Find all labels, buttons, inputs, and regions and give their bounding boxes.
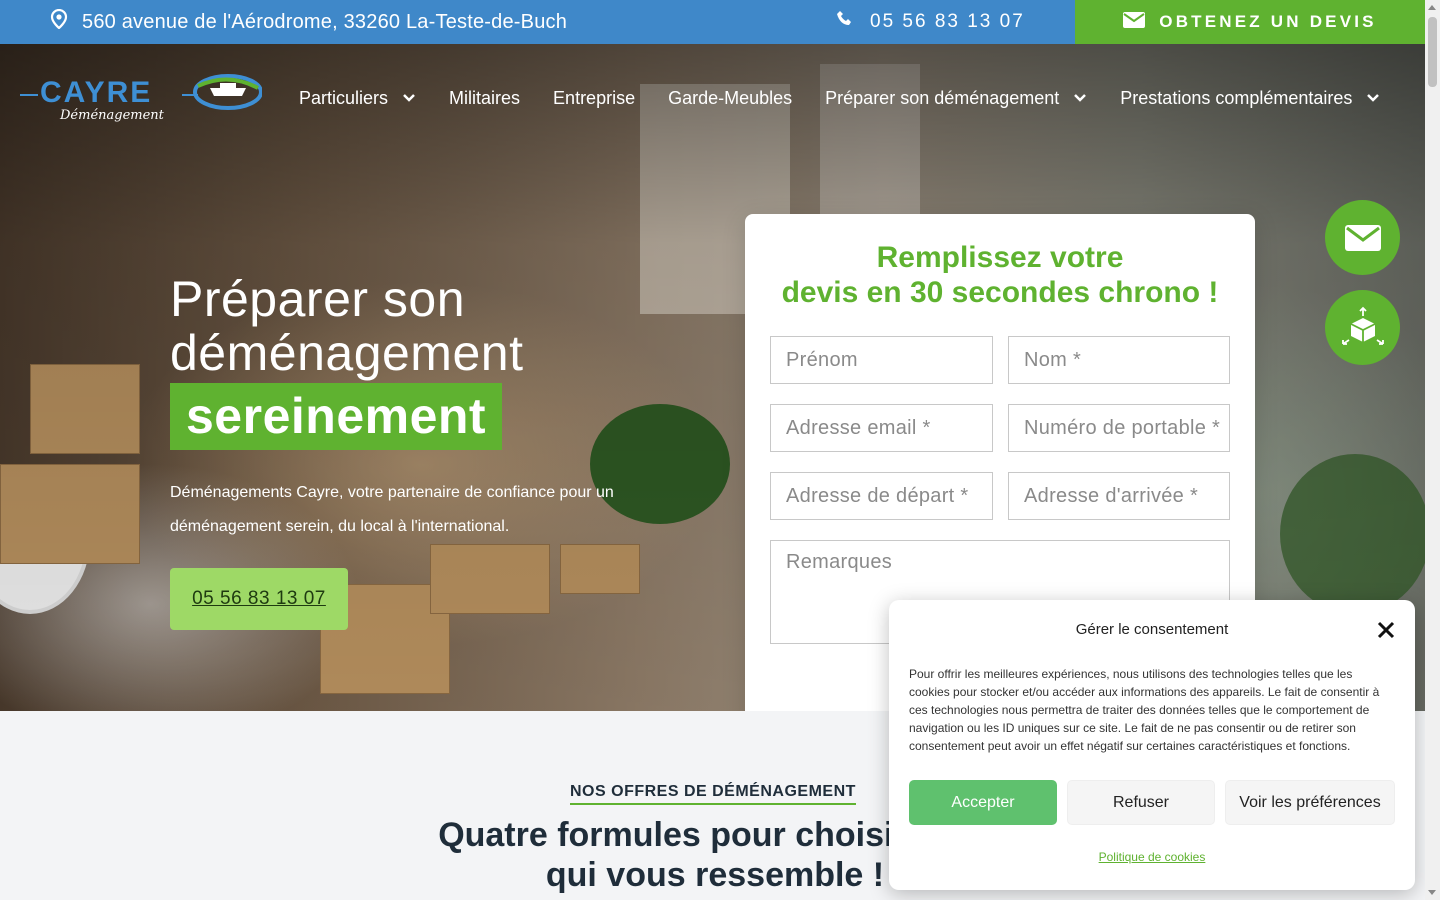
- hero-highlight: sereinement: [170, 383, 503, 450]
- nav-item-militaires[interactable]: Militaires: [449, 88, 520, 108]
- nav-item-label: Particuliers: [299, 87, 389, 108]
- cookie-consent-dialog: Gérer le consentement Pour offrir les me…: [889, 600, 1415, 890]
- nav-menu: Particuliers Militaires Entreprise Garde…: [299, 88, 1380, 108]
- hero-description: Déménagements Cayre, votre partenaire de…: [170, 484, 614, 535]
- form-title: Remplissez votre devis en 30 secondes ch…: [745, 240, 1255, 310]
- page-scrollbar[interactable]: [1425, 0, 1440, 900]
- top-bar: 560 avenue de l'Aérodrome, 33260 La-Test…: [0, 0, 1425, 44]
- departure-address-field[interactable]: Adresse de départ *: [770, 472, 993, 520]
- box-icon: [1341, 306, 1384, 345]
- get-quote-button[interactable]: OBTENEZ UN DEVIS: [1075, 0, 1425, 44]
- scroll-down-arrow[interactable]: [1428, 890, 1436, 895]
- logo-boat-icon: [193, 74, 262, 110]
- hero-title-line: Préparer son: [170, 271, 466, 327]
- site-logo[interactable]: CAYRE Déménagement: [20, 74, 265, 126]
- nav-item-prestations[interactable]: Prestations complémentaires: [1120, 88, 1380, 108]
- topbar-phone[interactable]: 05 56 83 13 07: [836, 0, 1025, 44]
- topbar-address[interactable]: 560 avenue de l'Aérodrome, 33260 La-Test…: [50, 0, 567, 44]
- accept-button[interactable]: Accepter: [909, 780, 1057, 825]
- main-navigation: CAYRE Déménagement Particuliers Militair…: [0, 44, 1425, 152]
- chevron-down-icon: [1367, 94, 1380, 102]
- last-name-field[interactable]: Nom *: [1008, 336, 1230, 384]
- nav-item-label: Prestations complémentaires: [1120, 87, 1353, 108]
- hero-phone-button[interactable]: 05 56 83 13 07: [170, 568, 348, 630]
- close-icon[interactable]: [1376, 620, 1396, 640]
- hero-title: Préparer son déménagement: [170, 272, 523, 380]
- nav-item-label: Préparer son déménagement: [825, 87, 1060, 108]
- logo-dash: [20, 94, 38, 96]
- logo-subtitle: Déménagement: [60, 108, 164, 123]
- cookie-body: Pour offrir les meilleures expériences, …: [909, 667, 1380, 753]
- email-field[interactable]: Adresse email *: [770, 404, 993, 452]
- nav-item-label: Militaires: [449, 87, 521, 108]
- form-title-line: Remplissez votre: [876, 241, 1124, 274]
- nav-item-entreprise[interactable]: Entreprise: [553, 88, 635, 108]
- section-kicker: NOS OFFRES DE DÉMÉNAGEMENT: [570, 783, 856, 805]
- arrival-address-field[interactable]: Adresse d'arrivée *: [1008, 472, 1230, 520]
- logo-word: CAYRE: [40, 76, 153, 109]
- topbar-address-text: 560 avenue de l'Aérodrome, 33260 La-Test…: [82, 10, 568, 33]
- chevron-down-icon: [403, 94, 415, 102]
- nav-item-preparer[interactable]: Préparer son déménagement: [825, 88, 1087, 108]
- phone-icon: [836, 10, 854, 34]
- nav-item-garde-meubles[interactable]: Garde-Meubles: [668, 88, 792, 108]
- cookie-title: Gérer le consentement: [1075, 621, 1229, 638]
- first-name-field[interactable]: Prénom: [770, 336, 993, 384]
- scroll-up-arrow[interactable]: [1428, 5, 1436, 10]
- cookie-policy-link[interactable]: Politique de cookies: [889, 850, 1415, 864]
- topbar-phone-text: 05 56 83 13 07: [870, 11, 1025, 32]
- envelope-icon: [1344, 224, 1381, 251]
- preferences-button[interactable]: Voir les préférences: [1225, 780, 1395, 825]
- location-pin-icon: [50, 8, 68, 35]
- nav-item-label: Entreprise: [553, 87, 636, 108]
- refuse-button[interactable]: Refuser: [1067, 780, 1215, 825]
- envelope-icon: [1123, 11, 1146, 33]
- form-title-line: devis en 30 secondes chrono !: [781, 276, 1219, 309]
- mobile-field[interactable]: Numéro de portable *: [1008, 404, 1230, 452]
- chevron-down-icon: [1074, 94, 1087, 102]
- contact-mail-button[interactable]: [1325, 200, 1400, 275]
- nav-item-particuliers[interactable]: Particuliers: [299, 88, 416, 108]
- volume-calculator-button[interactable]: [1325, 290, 1400, 365]
- scrollbar-thumb[interactable]: [1428, 17, 1437, 87]
- get-quote-label: OBTENEZ UN DEVIS: [1159, 12, 1377, 31]
- hero-title-line: déménagement: [170, 325, 524, 381]
- nav-item-label: Garde-Meubles: [668, 87, 793, 108]
